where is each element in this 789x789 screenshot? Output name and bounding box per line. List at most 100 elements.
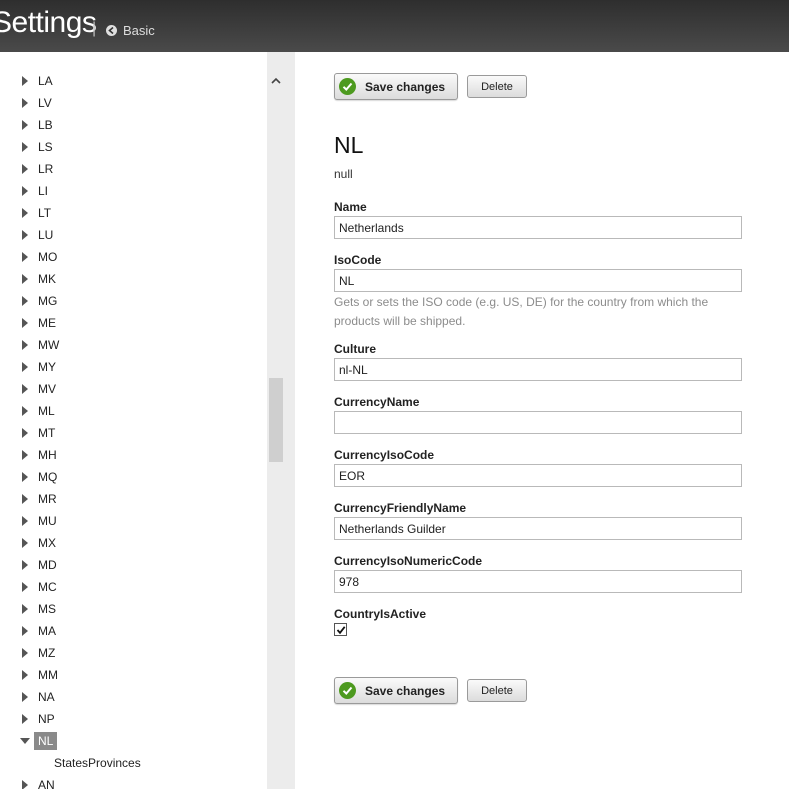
tree-item-label: MH [38,448,57,462]
currency-iso-code-input[interactable] [334,464,742,487]
tree-item[interactable]: MX [0,532,267,554]
expand-arrow-icon[interactable] [22,318,28,328]
tree-item[interactable]: MA [0,620,267,642]
expand-arrow-icon[interactable] [22,384,28,394]
tree-item[interactable]: MK [0,268,267,290]
tree-item[interactable]: LT [0,202,267,224]
tree-item[interactable]: MZ [0,642,267,664]
tree-item[interactable]: NP [0,708,267,730]
expand-arrow-icon[interactable] [22,648,28,658]
expand-arrow-icon[interactable] [22,428,28,438]
expand-arrow-icon[interactable] [22,670,28,680]
tree-item[interactable]: MM [0,664,267,686]
tree-item-label: LA [38,74,53,88]
tree-item[interactable]: MC [0,576,267,598]
expand-arrow-icon[interactable] [22,120,28,130]
delete-button-bottom[interactable]: Delete [467,679,527,702]
expand-arrow-icon[interactable] [22,604,28,614]
tree-item-label: LS [38,140,53,154]
iso-code-input[interactable] [334,269,742,292]
expand-arrow-icon[interactable] [22,626,28,636]
app-header: Settings | Basic [0,0,789,52]
save-changes-button-bottom[interactable]: Save changes [334,677,459,704]
tree-item-label: MX [38,536,56,550]
expand-arrow-icon[interactable] [22,406,28,416]
tree-item[interactable]: MV [0,378,267,400]
tree-item[interactable]: LU [0,224,267,246]
expand-arrow-icon[interactable] [22,208,28,218]
basic-link[interactable]: Basic [106,23,155,38]
name-input[interactable] [334,216,742,239]
expand-arrow-icon[interactable] [22,560,28,570]
tree-item[interactable]: MQ [0,466,267,488]
tree-item[interactable]: LB [0,114,267,136]
tree-item[interactable]: MU [0,510,267,532]
tree-item-label: MR [38,492,57,506]
expand-arrow-icon[interactable] [22,76,28,86]
tree-item[interactable]: NA [0,686,267,708]
expand-arrow-icon[interactable] [22,340,28,350]
collapse-arrow-icon[interactable] [20,738,30,744]
tree-item-label: MA [38,624,56,638]
tree-item-label: LV [38,96,52,110]
tree-item[interactable]: LS [0,136,267,158]
expand-arrow-icon[interactable] [22,494,28,504]
currency-iso-code-label: CurrencyIsoCode [334,448,435,462]
expand-arrow-icon[interactable] [22,142,28,152]
tree-item[interactable]: MR [0,488,267,510]
save-button-label: Save changes [365,79,446,94]
tree-item[interactable]: MH [0,444,267,466]
expand-arrow-icon[interactable] [22,296,28,306]
tree-item-label: MY [38,360,56,374]
iso-code-label: IsoCode [334,253,382,267]
delete-button-top[interactable]: Delete [467,75,527,98]
tree-item-label: MC [38,580,57,594]
culture-input[interactable] [334,358,742,381]
tree-item[interactable]: LR [0,158,267,180]
currency-iso-numeric-code-input[interactable] [334,570,742,593]
tree-item[interactable]: ME [0,312,267,334]
save-button-label: Save changes [365,683,446,698]
tree-item-selected[interactable]: NL [0,730,267,752]
expand-arrow-icon[interactable] [22,164,28,174]
expand-arrow-icon[interactable] [22,98,28,108]
tree-item[interactable]: LI [0,180,267,202]
currency-iso-numeric-code-label: CurrencyIsoNumericCode [334,554,483,568]
tree-child-item[interactable]: StatesProvinces [0,752,267,774]
expand-arrow-icon[interactable] [22,516,28,526]
expand-arrow-icon[interactable] [22,186,28,196]
expand-arrow-icon[interactable] [22,362,28,372]
expand-arrow-icon[interactable] [22,230,28,240]
scroll-up-icon[interactable] [270,74,282,86]
tree-item[interactable]: LV [0,92,267,114]
tree-item[interactable]: MW [0,334,267,356]
expand-arrow-icon[interactable] [22,692,28,702]
currency-friendly-name-input[interactable] [334,517,742,540]
expand-arrow-icon[interactable] [22,450,28,460]
tree-item[interactable]: MG [0,290,267,312]
tree-item-label: MS [38,602,56,616]
expand-arrow-icon[interactable] [22,582,28,592]
sidebar: LA LV LB LS LR LI LT LU MO MK MG ME MW M… [0,52,295,789]
currency-name-input[interactable] [334,411,742,434]
expand-arrow-icon[interactable] [22,780,28,789]
expand-arrow-icon[interactable] [22,714,28,724]
save-changes-button-top[interactable]: Save changes [334,73,459,100]
tree-item[interactable]: MO [0,246,267,268]
country-is-active-checkbox[interactable] [334,623,347,636]
tree-scrollbar-thumb[interactable] [269,378,283,462]
tree-item-label: MO [38,250,58,264]
tree-item[interactable]: AN [0,774,267,789]
tree-item[interactable]: MT [0,422,267,444]
expand-arrow-icon[interactable] [22,252,28,262]
tree-item[interactable]: MD [0,554,267,576]
tree-item[interactable]: LA [0,70,267,92]
tree-item[interactable]: ML [0,400,267,422]
tree-item[interactable]: MY [0,356,267,378]
expand-arrow-icon[interactable] [22,472,28,482]
tree-item[interactable]: MS [0,598,267,620]
expand-arrow-icon[interactable] [22,538,28,548]
page-title: NL [334,132,364,158]
name-label: Name [334,200,367,214]
expand-arrow-icon[interactable] [22,274,28,284]
